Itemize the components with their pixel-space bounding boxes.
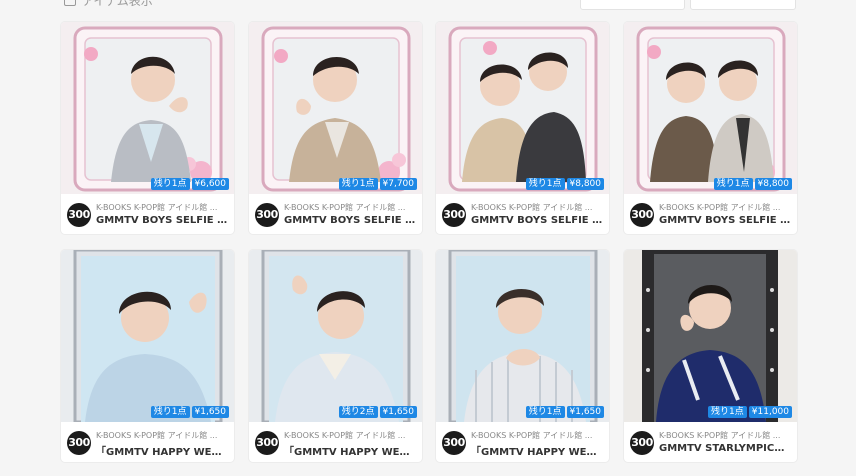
stock-badge: 残り1点 <box>525 178 565 190</box>
product-card[interactable]: 残り1点 ¥7,700 300 K-BOOKS K-POP館 アイドル館 ...… <box>249 22 422 234</box>
stock-badge: 残り1点 <box>713 178 753 190</box>
shop-avatar[interactable]: 300 <box>442 431 466 455</box>
product-card[interactable]: 残り1点 ¥8,800 300 K-BOOKS K-POP館 アイドル館 ...… <box>624 22 797 234</box>
product-photo[interactable]: 残り1点 ¥11,000 <box>624 250 797 422</box>
product-card[interactable]: 残り1点 ¥1,650 300 K-BOOKS K-POP館 アイドル館 ...… <box>436 250 609 462</box>
price-badge: ¥1,650 <box>191 406 229 418</box>
view-mode-label: アイテム表示 <box>82 0 153 8</box>
shop-name[interactable]: K-BOOKS K-POP館 アイドル館 ... <box>659 430 791 441</box>
price-badge: ¥8,800 <box>566 178 604 190</box>
product-card[interactable]: 残り1点 ¥8,800 300 K-BOOKS K-POP館 アイドル館 ...… <box>436 22 609 234</box>
product-title[interactable]: 「GMMTV HAPPY WEEK... <box>96 443 228 458</box>
product-photo[interactable]: 残り1点 ¥6,600 <box>61 22 234 194</box>
shop-avatar[interactable]: 300 <box>255 431 279 455</box>
shop-name[interactable]: K-BOOKS K-POP館 アイドル館 ... <box>284 202 416 213</box>
stock-badge: 残り1点 <box>150 406 190 418</box>
product-title[interactable]: GMMTV STARLYMPICS 2... <box>659 443 791 454</box>
shop-name[interactable]: K-BOOKS K-POP館 アイドル館 ... <box>659 202 791 213</box>
product-photo[interactable]: 残り1点 ¥1,650 <box>61 250 234 422</box>
toolbar: アイテム表示 <box>0 0 856 12</box>
price-badge: ¥6,600 <box>191 178 229 190</box>
product-title[interactable]: GMMTV BOYS SELFIE RA... <box>659 215 791 226</box>
price-badge: ¥1,650 <box>379 406 417 418</box>
stock-badge: 残り1点 <box>525 406 565 418</box>
shop-name[interactable]: K-BOOKS K-POP館 アイドル館 ... <box>471 202 603 213</box>
product-photo[interactable]: 残り1点 ¥8,800 <box>624 22 797 194</box>
shop-name[interactable]: K-BOOKS K-POP館 アイドル館 ... <box>284 430 416 441</box>
product-photo[interactable]: 残り1点 ¥8,800 <box>436 22 609 194</box>
product-photo[interactable]: 残り1点 ¥7,700 <box>249 22 422 194</box>
stock-badge: 残り1点 <box>338 178 378 190</box>
shop-name[interactable]: K-BOOKS K-POP館 アイドル館 ... <box>96 202 228 213</box>
price-badge: ¥1,650 <box>566 406 604 418</box>
price-badge: ¥8,800 <box>754 178 792 190</box>
shop-avatar[interactable]: 300 <box>255 203 279 227</box>
stock-badge: 残り1点 <box>150 178 190 190</box>
product-title[interactable]: GMMTV BOYS SELFIE RA... <box>471 215 603 226</box>
product-title[interactable]: 「GMMTV HAPPY WEEK... <box>284 443 416 458</box>
product-title[interactable]: 「GMMTV HAPPY WEEK... <box>471 443 603 458</box>
grid-view-icon[interactable] <box>64 0 76 6</box>
product-title[interactable]: GMMTV BOYS SELFIE RA... <box>96 215 228 226</box>
product-card[interactable]: 残り1点 ¥11,000 300 K-BOOKS K-POP館 アイドル館 ..… <box>624 250 797 462</box>
product-card[interactable]: 残り1点 ¥6,600 300 K-BOOKS K-POP館 アイドル館 ...… <box>61 22 234 234</box>
sort-select[interactable] <box>580 0 685 10</box>
shop-name[interactable]: K-BOOKS K-POP館 アイドル館 ... <box>471 430 603 441</box>
stock-badge: 残り1点 <box>708 406 747 418</box>
stock-badge: 残り2点 <box>338 406 378 418</box>
shop-avatar[interactable]: 300 <box>630 431 654 455</box>
price-badge: ¥7,700 <box>379 178 417 190</box>
product-photo[interactable]: 残り2点 ¥1,650 <box>249 250 422 422</box>
product-photo[interactable]: 残り1点 ¥1,650 <box>436 250 609 422</box>
filter-select[interactable] <box>690 0 796 10</box>
shop-avatar[interactable]: 300 <box>67 431 91 455</box>
shop-avatar[interactable]: 300 <box>67 203 91 227</box>
shop-avatar[interactable]: 300 <box>630 203 654 227</box>
product-title[interactable]: GMMTV BOYS SELFIE RA... <box>284 215 416 226</box>
product-card[interactable]: 残り1点 ¥1,650 300 K-BOOKS K-POP館 アイドル館 ...… <box>61 250 234 462</box>
price-badge: ¥11,000 <box>748 406 792 418</box>
shop-name[interactable]: K-BOOKS K-POP館 アイドル館 ... <box>96 430 228 441</box>
shop-avatar[interactable]: 300 <box>442 203 466 227</box>
product-card[interactable]: 残り2点 ¥1,650 300 K-BOOKS K-POP館 アイドル館 ...… <box>249 250 422 462</box>
